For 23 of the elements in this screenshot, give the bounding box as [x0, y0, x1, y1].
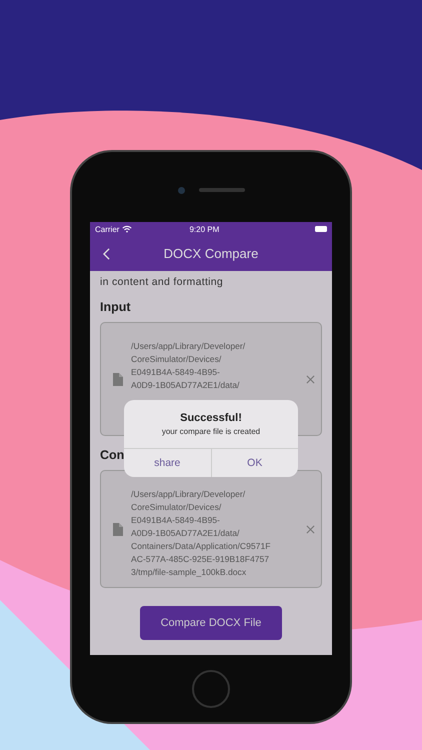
- back-icon[interactable]: [103, 248, 110, 260]
- alert-title: Successful!: [179, 412, 243, 424]
- close-icon[interactable]: [306, 374, 315, 384]
- battery-icon: [315, 226, 327, 232]
- alert-message: your compare file is created: [160, 427, 262, 436]
- camera-icon: [178, 186, 184, 194]
- section-heading: Con: [100, 448, 124, 462]
- alert-button[interactable]: share: [124, 449, 210, 477]
- description-text: in content and formatting: [100, 276, 224, 288]
- status-time: 9:20 PM: [189, 224, 220, 234]
- document-icon: [113, 522, 123, 536]
- file-path: /Users/app/Library/Developer/ CoreSimulator/Devices/ E0491B4A-5849-4B95- A0D9-1B05AD77A2E1/data/ Containers/Data/Application/C9571F AC-577A-485C-925E-919B18F4757 3/tmp/file-sample_100kB.docx: [131, 488, 272, 579]
- section-heading: Input: [100, 300, 131, 314]
- screen-title: DOCX Compare: [164, 246, 258, 261]
- speaker-icon: [198, 188, 244, 192]
- file-path: /Users/app/Library/Developer/ CoreSimulator/Devices/ E0491B4A-5849-4B95- A0D9-1B05AD77A2E1/data/: [131, 340, 246, 392]
- alert-button[interactable]: OK: [210, 449, 298, 477]
- close-icon[interactable]: [306, 524, 315, 534]
- home-button[interactable]: [192, 670, 230, 708]
- compare-button[interactable]: Compare DOCX File: [140, 606, 282, 640]
- document-icon: [113, 372, 123, 386]
- carrier-label: Carrier: [95, 224, 120, 234]
- wifi-icon: [122, 225, 132, 233]
